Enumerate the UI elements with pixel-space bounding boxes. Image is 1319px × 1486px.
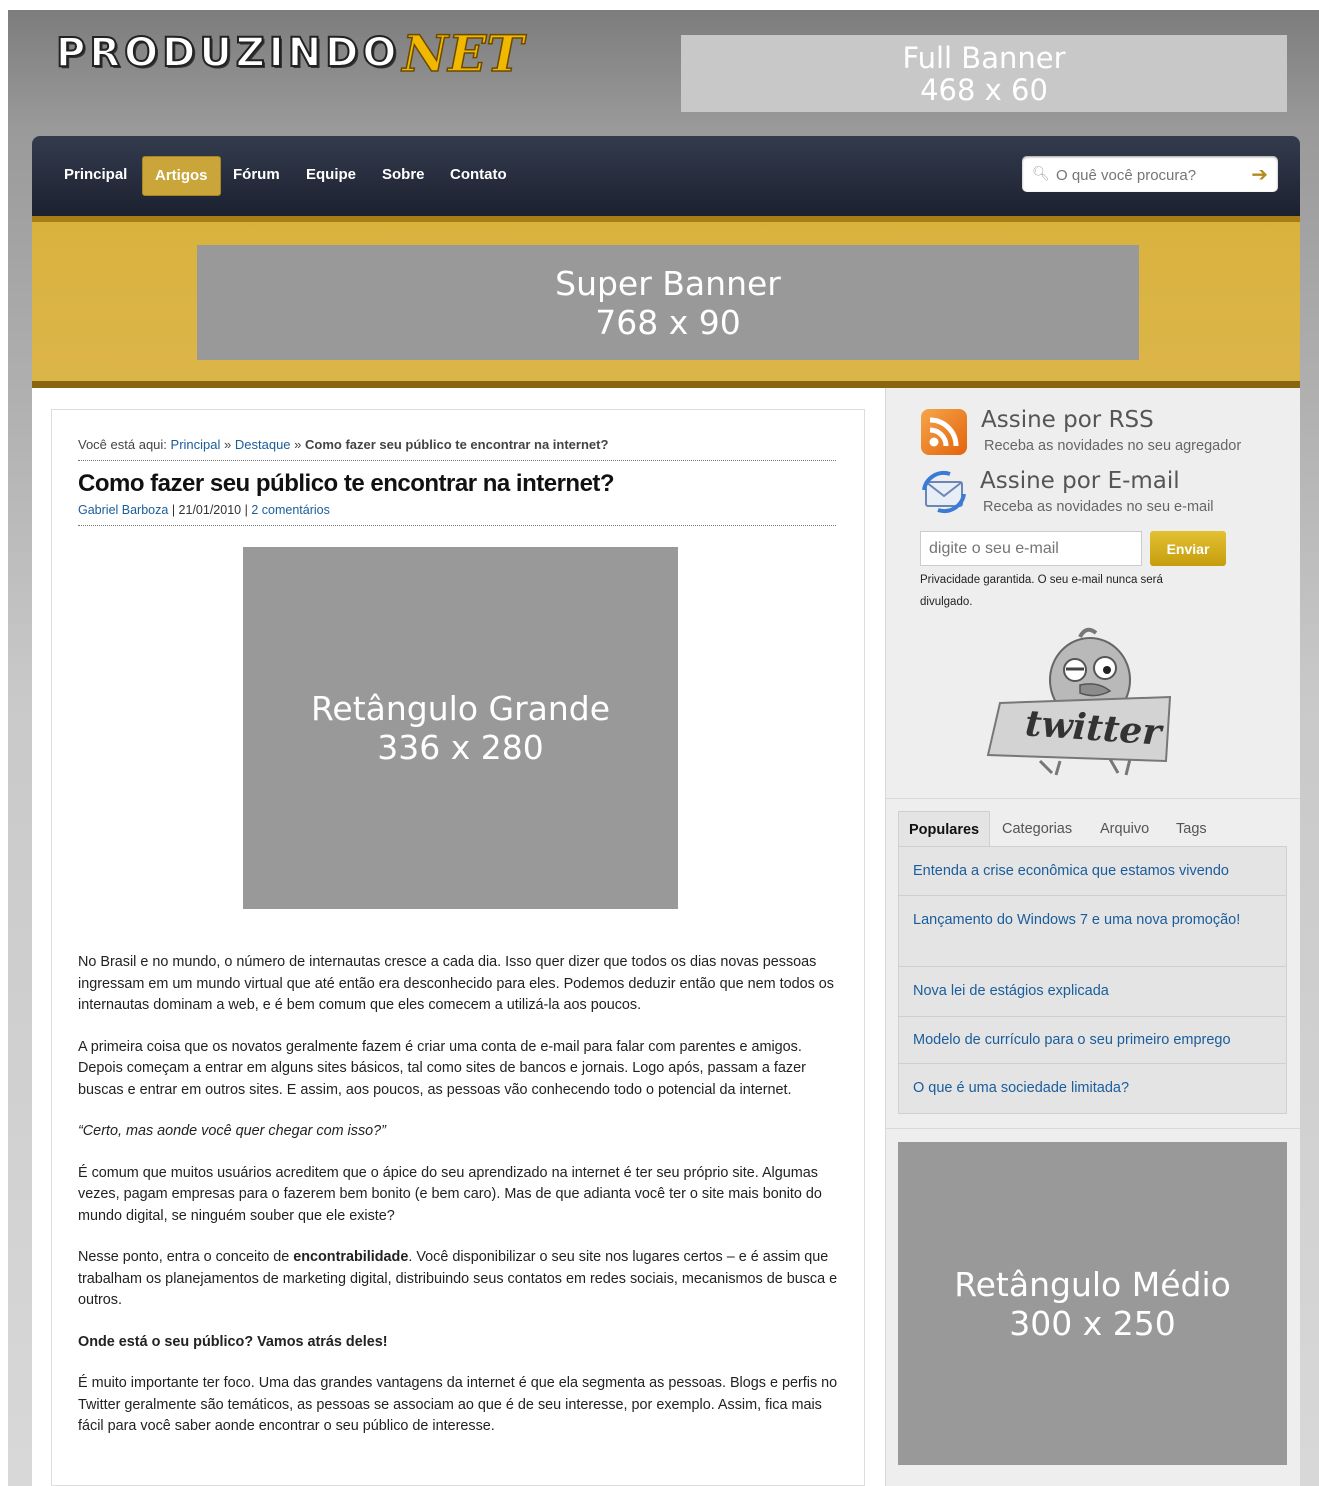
article-body: No Brasil e no mundo, o número de intern… xyxy=(78,952,838,1458)
popular-post-link[interactable]: Entenda a crise econômica que estamos vi… xyxy=(913,860,1273,882)
breadcrumb-current: Como fazer seu público te encontrar na i… xyxy=(305,437,609,452)
page-left-strip xyxy=(0,0,8,1486)
article-paragraph: A primeira coisa que os novatos geralmen… xyxy=(78,1038,806,1098)
nav-item-equipe[interactable]: Equipe xyxy=(294,156,368,194)
sidebar-divider xyxy=(885,798,1300,799)
search-input[interactable] xyxy=(1054,163,1243,187)
page-top-strip xyxy=(0,0,1319,10)
meta-separator: | xyxy=(171,503,179,517)
popular-post-link[interactable]: Lançamento do Windows 7 e uma nova promo… xyxy=(913,909,1273,931)
full-banner-ad[interactable]: Full Banner 468 x 60 xyxy=(681,35,1287,112)
logo-text-produzindo: PRODUZINDO xyxy=(55,29,401,77)
article-paragraph: No Brasil e no mundo, o número de intern… xyxy=(78,954,834,1013)
breadcrumb-link-principal[interactable]: Principal xyxy=(171,437,221,452)
email-subscribe-title[interactable]: Assine por E-mail xyxy=(980,468,1180,494)
tab-categorias[interactable]: Categorias xyxy=(992,811,1082,847)
article-title: Como fazer seu público te encontrar na i… xyxy=(78,470,615,497)
article-author-link[interactable]: Gabriel Barboza xyxy=(78,503,168,517)
send-button[interactable]: Enviar xyxy=(1150,531,1226,566)
sidebar-divider xyxy=(885,1128,1300,1129)
breadcrumb-link-destaque[interactable]: Destaque xyxy=(235,437,291,452)
search-box: 🔍︎ ➔ xyxy=(1022,156,1278,192)
email-subscribe-icon[interactable] xyxy=(920,470,968,514)
rss-subscribe-title[interactable]: Assine por RSS xyxy=(981,407,1154,433)
nav-item-principal[interactable]: Principal xyxy=(52,156,139,194)
paragraph-text: Nesse ponto, entra o conceito de xyxy=(78,1249,294,1265)
list-divider xyxy=(899,895,1286,896)
medium-rectangle-ad[interactable]: Retângulo Médio 300 x 250 xyxy=(898,1142,1287,1465)
list-divider xyxy=(899,1063,1286,1064)
breadcrumb-prefix: Você está aqui: xyxy=(78,437,167,452)
full-banner-line2: 468 x 60 xyxy=(920,72,1048,107)
main-navigation: Principal Artigos Fórum Equipe Sobre Con… xyxy=(32,136,1300,216)
nav-item-artigos[interactable]: Artigos xyxy=(142,156,221,196)
email-subscribe-desc: Receba as novidades no seu e-mail xyxy=(983,499,1214,515)
breadcrumb: Você está aqui: Principal » Destaque » C… xyxy=(78,437,836,461)
nav-item-forum[interactable]: Fórum xyxy=(221,156,292,194)
popular-post-link[interactable]: Modelo de currículo para o seu primeiro … xyxy=(913,1029,1273,1051)
popular-post-link[interactable]: Nova lei de estágios explicada xyxy=(913,980,1273,1002)
twitter-bird-badge[interactable]: twitter xyxy=(980,625,1190,777)
paragraph-bold-term: encontrabilidade xyxy=(293,1249,409,1265)
large-rectangle-line1: Retângulo Grande xyxy=(310,689,611,728)
super-banner-line2: 768 x 90 xyxy=(595,302,741,342)
popular-post-link[interactable]: O que é uma sociedade limitada? xyxy=(913,1077,1273,1099)
article-meta: Gabriel Barboza | 21/01/2010 | 2 comentá… xyxy=(78,503,836,526)
email-field[interactable] xyxy=(920,531,1142,566)
site-logo[interactable]: PRODUZINDO NET xyxy=(55,18,525,88)
super-banner-line1: Super Banner xyxy=(555,263,781,303)
breadcrumb-separator: » xyxy=(224,437,232,452)
full-banner-line1: Full Banner xyxy=(902,40,1066,75)
rss-icon[interactable] xyxy=(921,409,967,455)
large-rectangle-ad[interactable]: Retângulo Grande 336 x 280 xyxy=(243,547,678,909)
nav-item-sobre[interactable]: Sobre xyxy=(370,156,437,194)
article-quote: “Certo, mas aonde você quer chegar com i… xyxy=(78,1123,386,1139)
article-comments-link[interactable]: 2 comentários xyxy=(251,503,330,517)
subheading-text: Onde está o seu público? Vamos atrás del… xyxy=(78,1333,388,1350)
search-icon: 🔍︎ xyxy=(1032,165,1050,181)
breadcrumb-separator: » xyxy=(294,437,302,452)
tab-populares[interactable]: Populares xyxy=(898,811,991,848)
list-divider xyxy=(899,1016,1286,1017)
article-subheading: Onde está o seu público? Vamos atrás del… xyxy=(78,1332,838,1354)
search-submit-arrow-icon[interactable]: ➔ xyxy=(1251,162,1268,187)
rss-subscribe-desc: Receba as novidades no seu agregador xyxy=(984,438,1242,454)
super-banner-ad[interactable]: Super Banner 768 x 90 xyxy=(197,245,1139,360)
privacy-note: Privacidade garantida. O seu e-mail nunc… xyxy=(920,574,1163,608)
large-rectangle-line2: 336 x 280 xyxy=(377,728,544,767)
nav-item-contato[interactable]: Contato xyxy=(438,156,519,194)
logo-text-net: NET xyxy=(402,23,525,84)
list-divider xyxy=(899,966,1286,967)
article-paragraph: É comum que muitos usuários acreditem qu… xyxy=(78,1164,822,1224)
tab-tags[interactable]: Tags xyxy=(1166,811,1217,847)
article-paragraph: É muito importante ter foco. Uma das gra… xyxy=(78,1375,838,1434)
medium-rectangle-line2: 300 x 250 xyxy=(1009,1303,1176,1343)
article-paragraph: Nesse ponto, entra o conceito de encontr… xyxy=(78,1247,838,1312)
tab-arquivo[interactable]: Arquivo xyxy=(1090,811,1159,847)
article-date: 21/01/2010 xyxy=(178,503,242,517)
medium-rectangle-line1: Retângulo Médio xyxy=(954,1264,1231,1304)
